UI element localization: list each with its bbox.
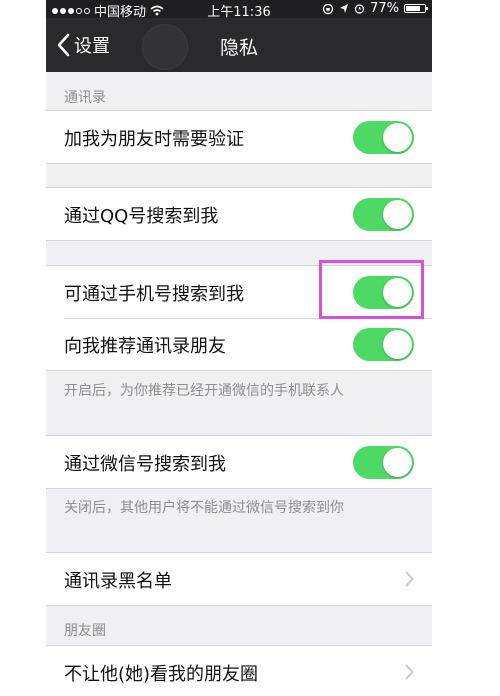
section-header-moments: 朋友圈 bbox=[64, 623, 106, 639]
chevron-right-icon bbox=[405, 571, 414, 587]
group-blacklist: 通讯录黑名单 bbox=[46, 552, 432, 606]
wechat-id-footer-note: 关闭后，其他用户将不能通过微信号搜索到你 bbox=[64, 500, 344, 516]
row-blacklist[interactable]: 通讯录黑名单 bbox=[46, 553, 432, 605]
recommend-footer-note: 开启后，为你推荐已经开通微信的手机联系人 bbox=[64, 383, 344, 399]
group-phone-search: 可通过手机号搜索到我 向我推荐通讯录朋友 bbox=[46, 265, 432, 371]
navigation-bar: 设置 隐私 bbox=[46, 18, 432, 72]
row-label: 通过微信号搜索到我 bbox=[64, 454, 226, 475]
rotation-lock-icon bbox=[322, 3, 334, 14]
toggle-knob bbox=[383, 448, 412, 477]
row-search-wechat-id: 通过微信号搜索到我 bbox=[46, 436, 432, 488]
row-verify-friend: 加我为朋友时需要验证 bbox=[46, 111, 432, 163]
section-header-contacts: 通讯录 bbox=[64, 90, 106, 106]
search-qq-toggle[interactable] bbox=[353, 198, 414, 231]
alarm-icon bbox=[354, 4, 365, 14]
location-icon bbox=[340, 4, 349, 13]
chevron-right-icon bbox=[405, 664, 414, 680]
toggle-knob bbox=[383, 278, 412, 307]
search-wechat-id-toggle[interactable] bbox=[353, 446, 414, 479]
search-phone-toggle[interactable] bbox=[353, 276, 414, 309]
row-hide-moments[interactable]: 不让他(她)看我的朋友圈 bbox=[46, 646, 432, 696]
row-label: 不让他(她)看我的朋友圈 bbox=[64, 664, 259, 685]
row-label: 通过QQ号搜索到我 bbox=[64, 206, 219, 227]
group-verification: 加我为朋友时需要验证 bbox=[46, 110, 432, 164]
toggle-knob bbox=[383, 123, 412, 152]
status-bar: 中国移动 上午11:36 77% bbox=[46, 0, 432, 20]
phone-screen: 中国移动 上午11:36 77% 设置 隐私 通讯录 加我为朋友时需要验证 通过… bbox=[46, 0, 432, 696]
row-label: 加我为朋友时需要验证 bbox=[64, 129, 244, 150]
verify-friend-toggle[interactable] bbox=[353, 121, 414, 154]
row-search-phone: 可通过手机号搜索到我 bbox=[46, 266, 432, 318]
row-recommend-contacts: 向我推荐通讯录朋友 bbox=[46, 318, 432, 370]
row-search-qq: 通过QQ号搜索到我 bbox=[46, 188, 432, 240]
page-title: 隐私 bbox=[219, 37, 258, 59]
status-right: 77% bbox=[322, 1, 428, 16]
toggle-knob bbox=[383, 330, 412, 359]
group-moments: 不让他(她)看我的朋友圈 bbox=[46, 645, 432, 696]
group-wechat-id-search: 通过微信号搜索到我 bbox=[46, 435, 432, 489]
row-label: 向我推荐通讯录朋友 bbox=[64, 336, 226, 357]
row-label: 可通过手机号搜索到我 bbox=[64, 284, 244, 305]
battery-percent: 77% bbox=[370, 1, 399, 16]
group-qq-search: 通过QQ号搜索到我 bbox=[46, 187, 432, 241]
toggle-knob bbox=[383, 200, 412, 229]
recommend-contacts-toggle[interactable] bbox=[353, 328, 414, 361]
battery-icon bbox=[404, 4, 428, 13]
row-label: 通讯录黑名单 bbox=[64, 571, 172, 592]
